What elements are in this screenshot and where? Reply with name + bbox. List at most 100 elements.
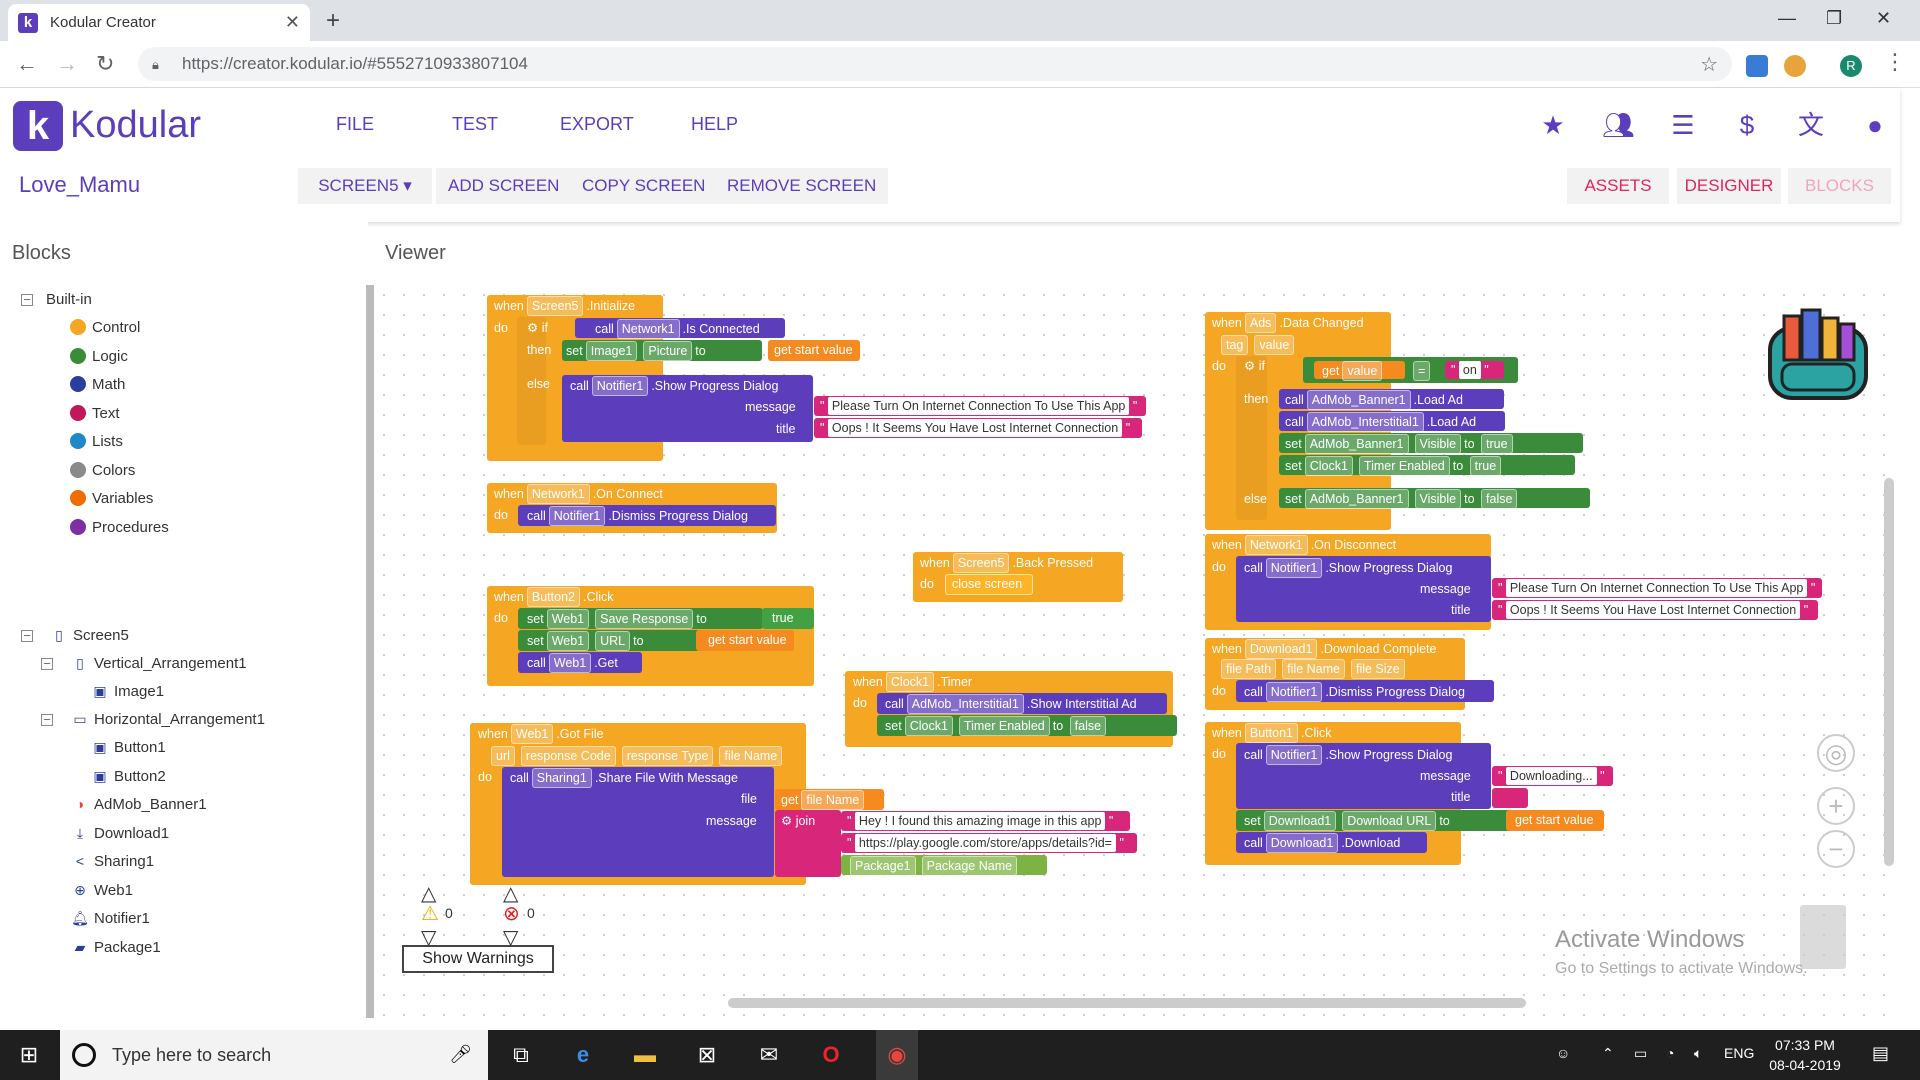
vertical-scrollbar[interactable]	[1884, 478, 1894, 866]
property-dropdown[interactable]: Picture	[643, 341, 693, 361]
param-value[interactable]: value	[1254, 335, 1295, 355]
edge-icon[interactable]: e	[568, 1040, 598, 1070]
string-value[interactable]: Please Turn On Internet Connection To Us…	[827, 397, 1130, 415]
remove-screen-button[interactable]: REMOVE SCREEN	[715, 168, 889, 204]
volume-icon[interactable]: 🔈︎	[1694, 1045, 1702, 1062]
profile-avatar-icon[interactable]: R	[1840, 55, 1862, 77]
download-dropdown[interactable]: Download1	[1265, 833, 1339, 853]
horizontal-scrollbar[interactable]	[728, 998, 1526, 1008]
backpack-icon[interactable]	[1762, 306, 1874, 406]
string-value[interactable]: on	[1458, 361, 1481, 379]
kodular-logo-icon[interactable]: k	[13, 101, 63, 151]
interstitial-dropdown[interactable]: AdMob_Interstitial1	[1306, 412, 1424, 432]
collapse-builtin-icon[interactable]: −	[21, 293, 33, 306]
true-dropdown[interactable]: true	[1469, 456, 1502, 476]
menu-help[interactable]: HELP	[691, 114, 738, 135]
copy-screen-button[interactable]: COPY SCREEN	[570, 168, 718, 204]
recenter-icon[interactable]: ◎	[1817, 734, 1855, 772]
tree-component-package1[interactable]: ▰ Package1	[72, 935, 161, 959]
component-dropdown[interactable]: Web1	[510, 724, 554, 744]
folder-star-icon[interactable]: ★	[1538, 110, 1568, 140]
notifier-dropdown[interactable]: Notifier1	[1265, 745, 1323, 765]
variable-dropdown[interactable]: file Name	[801, 790, 865, 810]
notifier-dropdown[interactable]: Notifier1	[1265, 682, 1323, 702]
string-value[interactable]: https://play.google.com/store/apps/detai…	[854, 834, 1116, 852]
forward-icon[interactable]: →	[56, 51, 78, 77]
sharing-dropdown[interactable]: Sharing1	[531, 768, 592, 788]
file-explorer-icon[interactable]: ▬	[630, 1040, 660, 1070]
opera-icon[interactable]: O	[816, 1040, 846, 1070]
tree-component-admob_banner1[interactable]: ◑ AdMob_Banner1	[72, 792, 207, 816]
string-value[interactable]: Hey ! I found this amazing image in this…	[854, 812, 1106, 830]
empty-text-block[interactable]	[1492, 788, 1528, 808]
tree-screen5[interactable]: ▯ Screen5	[51, 623, 129, 647]
web-dropdown[interactable]: Web1	[546, 609, 590, 629]
param-response-code[interactable]: response Code	[520, 746, 616, 766]
translate-icon[interactable]: 文	[1796, 110, 1826, 140]
menu-test[interactable]: TEST	[452, 114, 498, 135]
param-file-size[interactable]: file Size	[1350, 659, 1405, 679]
component-dropdown[interactable]: Ads	[1244, 313, 1277, 333]
url-field[interactable]: 🔒︎ https://creator.kodular.io/#555271093…	[138, 47, 1732, 81]
true-dropdown[interactable]: true	[1481, 434, 1513, 454]
tree-builtin[interactable]: Built-in	[46, 287, 92, 311]
property-dropdown[interactable]: Package Name	[921, 856, 1018, 876]
property-dropdown[interactable]: URL	[595, 631, 631, 651]
param-file-name[interactable]: file Name	[1282, 659, 1345, 679]
property-dropdown[interactable]: Timer Enabled	[1358, 456, 1450, 476]
component-dropdown[interactable]: Button2	[526, 587, 580, 607]
property-dropdown[interactable]: Download URL	[1342, 811, 1437, 831]
tree-component-download1[interactable]: ⤓ Download1	[72, 821, 169, 845]
param-file-path[interactable]: file Path	[1221, 659, 1277, 679]
component-dropdown[interactable]: Clock1	[885, 672, 935, 692]
property-dropdown[interactable]: Visible	[1414, 434, 1462, 454]
param-url[interactable]: url	[491, 746, 515, 766]
tree-builtin-control[interactable]: Control	[70, 315, 140, 339]
task-view-icon[interactable]: ⧉	[506, 1040, 536, 1070]
collapse-horizontal-icon[interactable]: −	[41, 713, 53, 726]
banner-dropdown[interactable]: AdMob_Banner1	[1304, 489, 1409, 509]
library-icon[interactable]: ☰	[1668, 110, 1698, 140]
people-icon[interactable]: 👥︎	[1602, 110, 1635, 140]
browser-menu-icon[interactable]: ⋮	[1884, 49, 1906, 75]
add-screen-button[interactable]: ADD SCREEN	[436, 168, 572, 204]
designer-button[interactable]: DESIGNER	[1677, 168, 1781, 204]
variable-dropdown[interactable]: value	[1342, 361, 1383, 381]
account-icon[interactable]: ●	[1860, 110, 1890, 140]
property-dropdown[interactable]: Save Response	[595, 609, 694, 629]
notifier-dropdown[interactable]: Notifier1	[548, 506, 606, 526]
tree-builtin-procedures[interactable]: Procedures	[70, 515, 169, 539]
tree-component-horizontal_arrangement1[interactable]: ▭ Horizontal_Arrangement1	[72, 707, 265, 731]
assets-button[interactable]: ASSETS	[1567, 168, 1669, 204]
battery-icon[interactable]: ▭	[1634, 1045, 1647, 1062]
clock-dropdown[interactable]: Clock1	[904, 716, 953, 736]
string-value[interactable]: Oops ! It Seems You Have Lost Internet C…	[827, 419, 1123, 437]
tree-builtin-math[interactable]: Math	[70, 372, 125, 396]
collapse-screen-icon[interactable]: −	[21, 629, 33, 642]
microphone-icon[interactable]: 🎤︎	[449, 1044, 472, 1065]
network-dropdown[interactable]: Network1	[616, 319, 680, 339]
tree-component-vertical_arrangement1[interactable]: ▯ Vertical_Arrangement1	[72, 651, 246, 675]
tree-builtin-logic[interactable]: Logic	[70, 344, 128, 368]
string-value[interactable]: Oops ! It Seems You Have Lost Internet C…	[1505, 601, 1801, 619]
web-dropdown[interactable]: Web1	[546, 631, 590, 651]
bookmark-star-icon[interactable]: ☆	[1700, 52, 1718, 77]
tree-component-image1[interactable]: ▣ Image1	[92, 679, 164, 703]
package-dropdown[interactable]: Package1	[850, 856, 916, 876]
tree-component-sharing1[interactable]: < Sharing1	[72, 849, 154, 873]
tree-builtin-lists[interactable]: Lists	[70, 429, 123, 453]
banner-dropdown[interactable]: AdMob_Banner1	[1304, 434, 1409, 454]
tree-component-web1[interactable]: ⊕ Web1	[72, 878, 133, 902]
new-tab-icon[interactable]: +	[326, 7, 340, 35]
false-dropdown[interactable]: false	[1069, 716, 1107, 736]
windows-start-icon[interactable]: ⊞	[14, 1040, 44, 1070]
gear-icon[interactable]: ⚙︎	[1244, 359, 1255, 373]
component-dropdown[interactable]: Button1	[1244, 723, 1298, 743]
menu-export[interactable]: EXPORT	[560, 114, 634, 135]
component-dropdown[interactable]: Network1	[526, 484, 590, 504]
zoom-out-icon[interactable]: −	[1817, 830, 1855, 868]
tree-builtin-colors[interactable]: Colors	[70, 458, 135, 482]
cookie-extension-icon[interactable]	[1784, 55, 1806, 77]
notifier-dropdown[interactable]: Notifier1	[1265, 558, 1323, 578]
component-dropdown[interactable]: Screen5	[952, 553, 1010, 573]
